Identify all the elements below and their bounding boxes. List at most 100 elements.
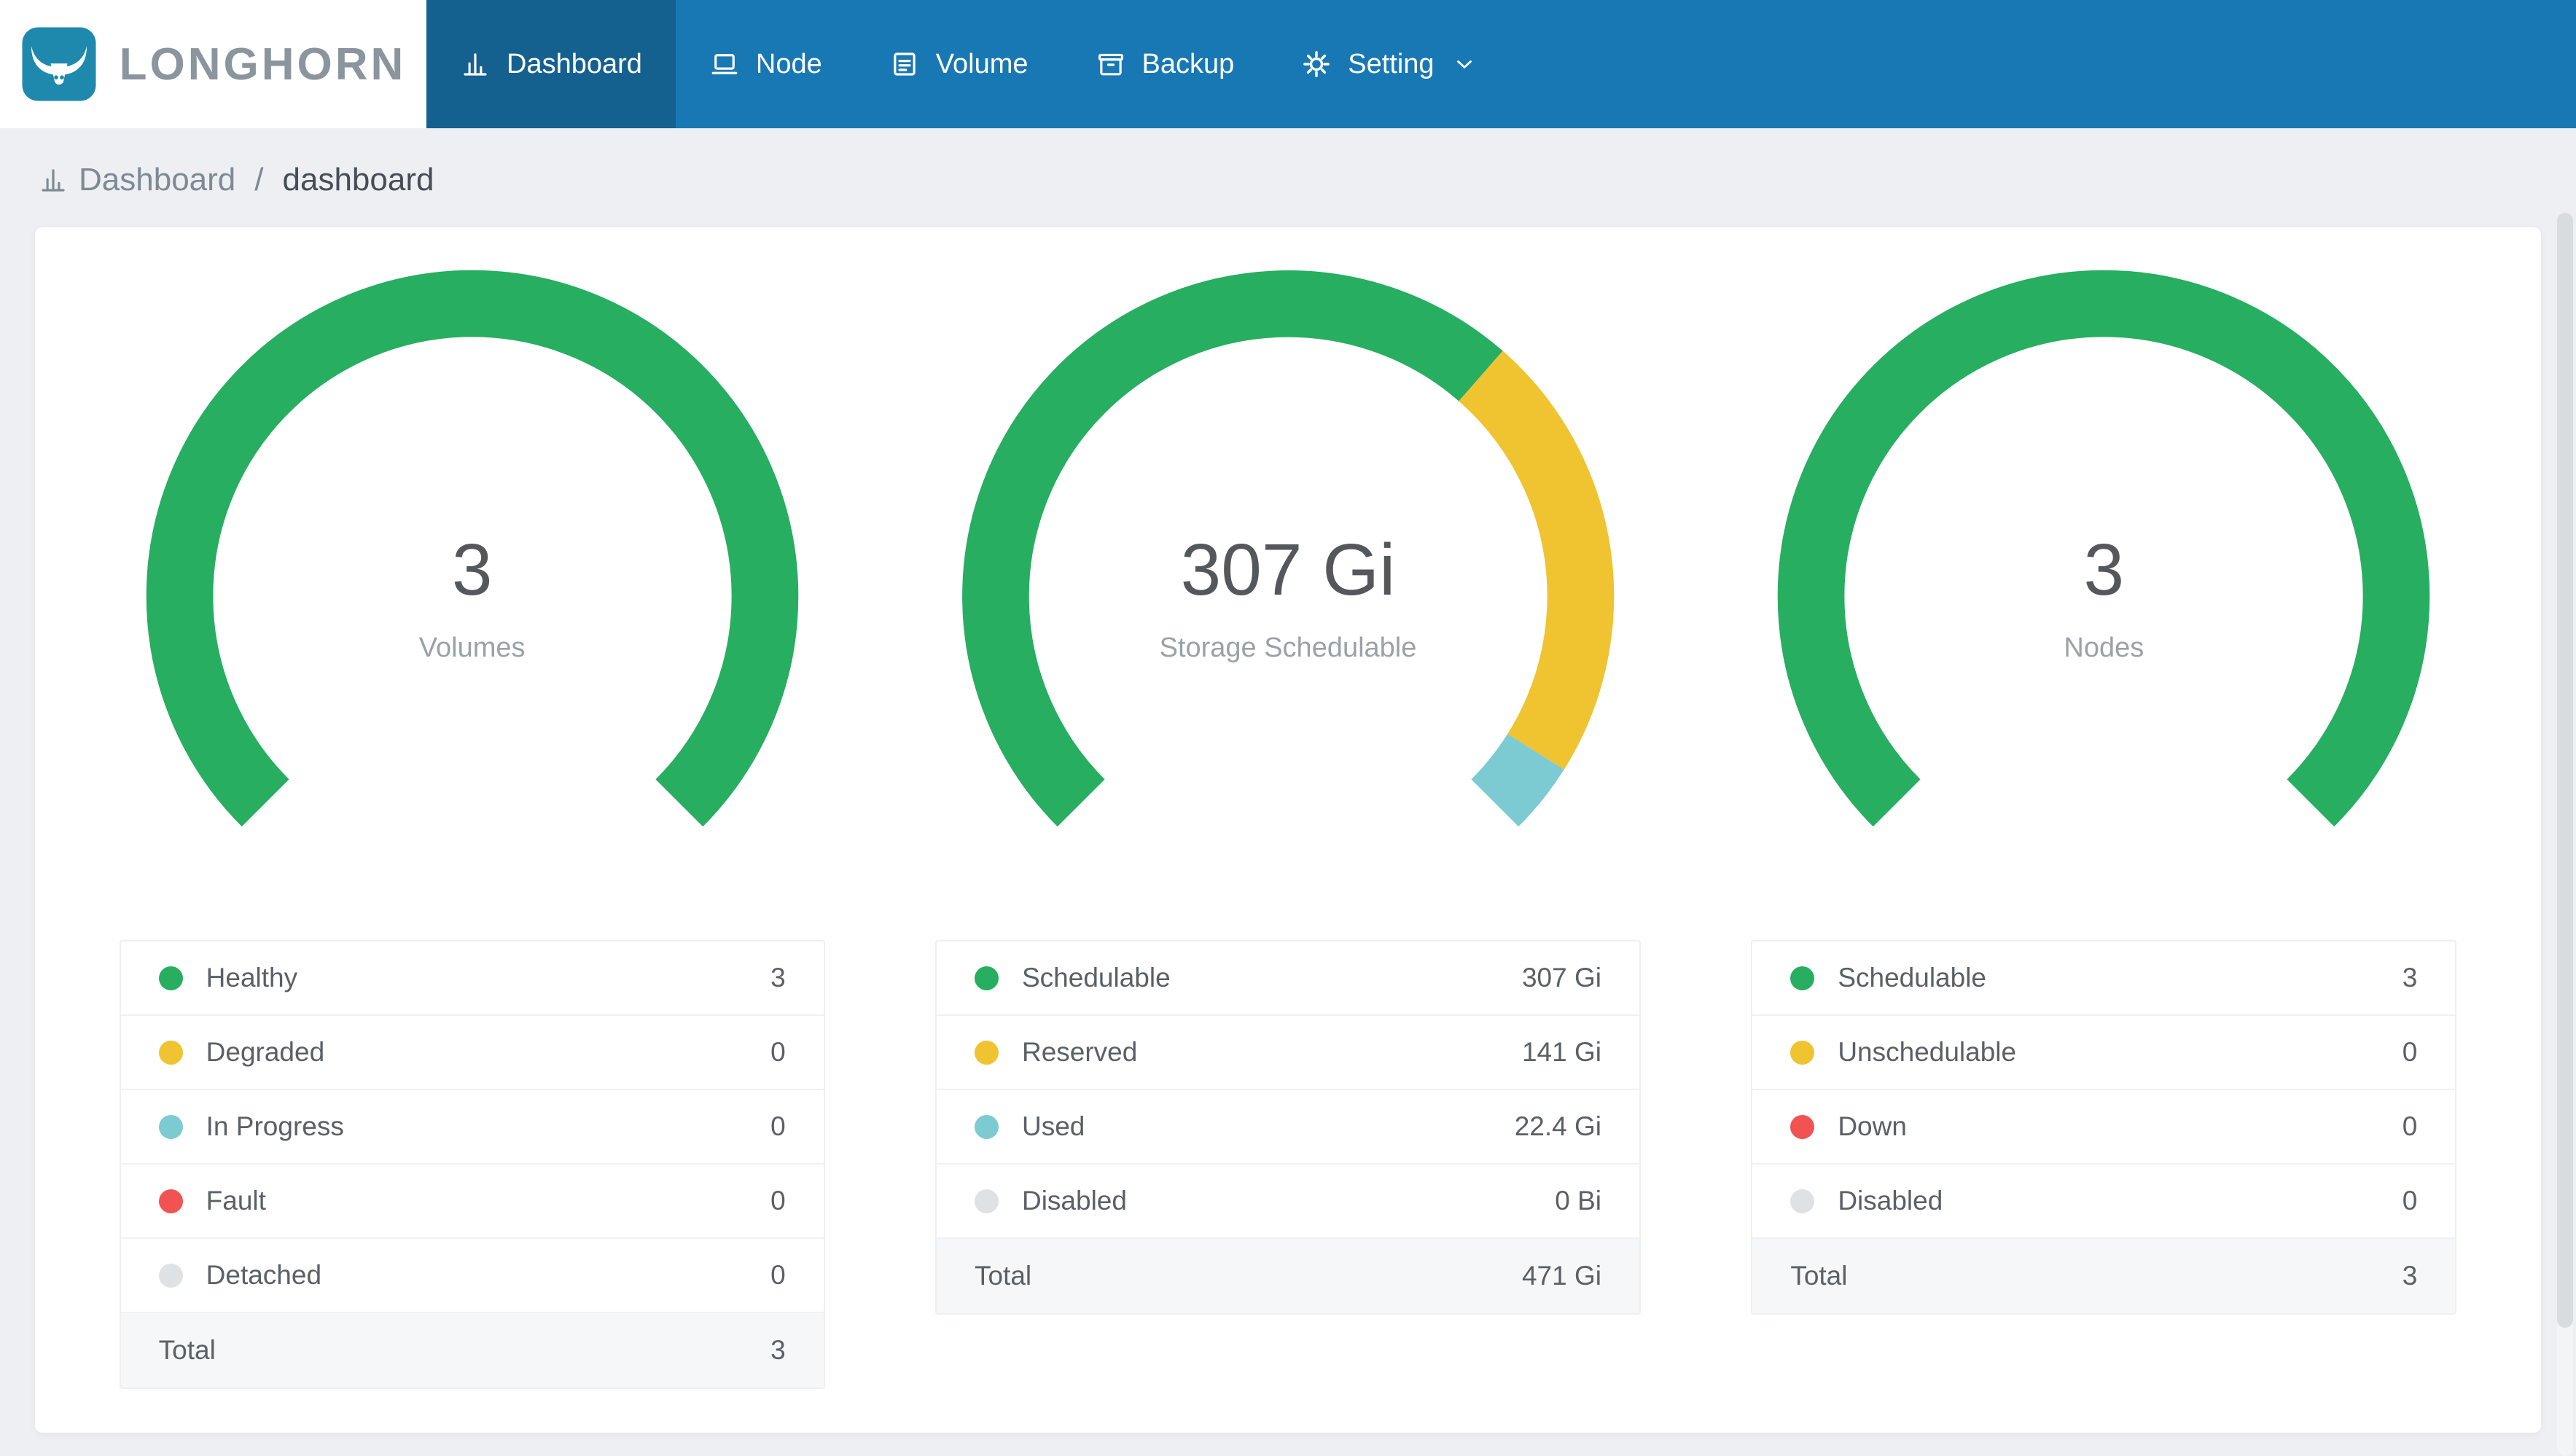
app-name: LONGHORN — [119, 39, 407, 90]
legend-total-value: 471 Gi — [1521, 1261, 1601, 1291]
archive-box-icon — [1098, 53, 1123, 76]
legend-value: 3 — [2402, 963, 2418, 993]
legend-total-row: Total 3 — [120, 1313, 824, 1387]
bar-chart-icon — [464, 53, 487, 76]
top-navbar: LONGHORN Dashboard Node Volume Backup Se… — [0, 0, 2576, 128]
nav-item-volume[interactable]: Volume — [856, 0, 1062, 128]
nav-item-label: Node — [755, 48, 822, 79]
legend-total-row: Total 3 — [1752, 1239, 2456, 1313]
legend-row-schedulable: Schedulable 307 Gi — [936, 942, 1639, 1016]
legend-value: 0 — [2402, 1037, 2418, 1067]
nav-item-label: Backup — [1141, 48, 1235, 79]
legend-label: Schedulable — [1838, 963, 1986, 993]
chart-column-nodes: 3 Nodes Schedulable 3 Unschedulable 0 Down 0 Dis… — [1696, 246, 2512, 1389]
gauge-center: 3 Nodes — [1754, 246, 2454, 946]
dashboard-card: 3 Volumes Healthy 3 Degraded 0 In Progress 0 Fau… — [35, 227, 2541, 1433]
nav-item-label: Dashboard — [507, 48, 642, 79]
legend-total-value: 3 — [2402, 1261, 2418, 1291]
legend-table-storage-schedulable: Schedulable 307 Gi Reserved 141 Gi Used 22.4 … — [934, 940, 1641, 1315]
breadcrumb-section[interactable]: Dashboard — [79, 162, 235, 198]
nav-item-node[interactable]: Node — [676, 0, 856, 128]
app-logo[interactable]: LONGHORN — [0, 0, 426, 128]
legend-label: Healthy — [206, 963, 298, 993]
legend-total-row: Total 471 Gi — [936, 1239, 1639, 1313]
gauge-value: 3 — [451, 529, 493, 611]
legend-label: Disabled — [1838, 1186, 1943, 1216]
legend-color-dot — [974, 966, 999, 990]
nav-item-label: Volume — [935, 48, 1029, 79]
nav-item-backup[interactable]: Backup — [1062, 0, 1268, 128]
legend-table-volumes: Healthy 3 Degraded 0 In Progress 0 Fault 0 Detac… — [119, 940, 825, 1389]
gauge-label: Nodes — [2064, 633, 2144, 663]
legend-total-value: 3 — [770, 1335, 786, 1365]
legend-value: 141 Gi — [1521, 1037, 1601, 1067]
legend-row-detached: Detached 0 — [120, 1239, 824, 1313]
legend-value: 0 — [2402, 1186, 2418, 1216]
bar-chart-icon — [42, 169, 65, 192]
chevron-down-icon — [1456, 60, 1472, 69]
breadcrumb-separator: / — [254, 162, 264, 197]
legend-label: Reserved — [1021, 1037, 1138, 1067]
charts-grid: 3 Volumes Healthy 3 Degraded 0 In Progress 0 Fau… — [64, 246, 2512, 1389]
donut-gauge-storage-schedulable: 307 Gi Storage Schedulable — [938, 246, 1638, 946]
legend-total-label: Total — [158, 1335, 216, 1365]
legend-label: Down — [1838, 1111, 1907, 1141]
legend-value: 3 — [770, 963, 786, 993]
legend-color-dot — [158, 966, 183, 990]
donut-gauge-nodes: 3 Nodes — [1754, 246, 2454, 946]
gauge-center: 3 Volumes — [122, 246, 822, 946]
legend-row-degraded: Degraded 0 — [120, 1016, 824, 1090]
legend-total-label: Total — [974, 1261, 1032, 1291]
legend-value: 0 — [770, 1260, 786, 1290]
gauge-value: 307 Gi — [1180, 529, 1396, 611]
legend-label: Degraded — [206, 1037, 325, 1067]
legend-color-dot — [158, 1189, 183, 1213]
gauge-value: 3 — [2083, 529, 2125, 611]
legend-color-dot — [1790, 966, 1815, 990]
main-nav: Dashboard Node Volume Backup Setting — [426, 0, 1510, 128]
nav-item-label: Setting — [1348, 48, 1435, 79]
legend-color-dot — [158, 1040, 183, 1065]
longhorn-bull-icon — [22, 27, 96, 101]
legend-total-label: Total — [1790, 1261, 1848, 1291]
legend-value: 0 Bi — [1555, 1186, 1601, 1216]
legend-row-fault: Fault 0 — [120, 1165, 824, 1239]
legend-value: 307 Gi — [1521, 963, 1601, 993]
legend-row-down: Down 0 — [1752, 1090, 2456, 1165]
legend-color-dot — [158, 1114, 183, 1139]
legend-color-dot — [158, 1263, 183, 1288]
legend-label: Fault — [206, 1186, 266, 1216]
gauge-label: Volumes — [418, 633, 526, 663]
legend-label: Detached — [206, 1260, 322, 1290]
nav-item-dashboard[interactable]: Dashboard — [426, 0, 676, 128]
legend-value: 0 — [770, 1037, 786, 1067]
scrollbar[interactable] — [2557, 213, 2573, 1456]
legend-label: Schedulable — [1021, 963, 1171, 993]
legend-row-disabled: Disabled 0 — [1752, 1165, 2456, 1239]
gauge-label: Storage Schedulable — [1159, 633, 1417, 663]
nav-item-setting[interactable]: Setting — [1268, 0, 1510, 128]
legend-label: Disabled — [1021, 1186, 1127, 1216]
scrollbar-thumb[interactable] — [2557, 213, 2573, 1328]
legend-row-schedulable: Schedulable 3 — [1752, 942, 2456, 1016]
gauge-center: 307 Gi Storage Schedulable — [938, 246, 1638, 946]
legend-table-nodes: Schedulable 3 Unschedulable 0 Down 0 Disabled 0… — [1751, 940, 2457, 1315]
donut-gauge-volumes: 3 Volumes — [122, 246, 822, 946]
legend-value: 0 — [770, 1186, 786, 1216]
legend-color-dot — [974, 1114, 999, 1139]
legend-color-dot — [974, 1040, 999, 1065]
legend-label: Used — [1021, 1111, 1085, 1141]
legend-label: In Progress — [206, 1111, 344, 1141]
gear-icon — [1303, 51, 1330, 77]
legend-color-dot — [1790, 1114, 1815, 1139]
legend-row-used: Used 22.4 Gi — [936, 1090, 1639, 1165]
legend-value: 0 — [770, 1111, 786, 1141]
legend-value: 0 — [2402, 1111, 2418, 1141]
legend-row-reserved: Reserved 141 Gi — [936, 1016, 1639, 1090]
chart-column-volumes: 3 Volumes Healthy 3 Degraded 0 In Progress 0 Fau… — [64, 246, 880, 1389]
legend-color-dot — [1790, 1040, 1815, 1065]
list-box-icon — [894, 52, 916, 76]
legend-row-unschedulable: Unschedulable 0 — [1752, 1016, 2456, 1090]
legend-color-dot — [974, 1189, 999, 1213]
legend-value: 22.4 Gi — [1514, 1111, 1601, 1141]
